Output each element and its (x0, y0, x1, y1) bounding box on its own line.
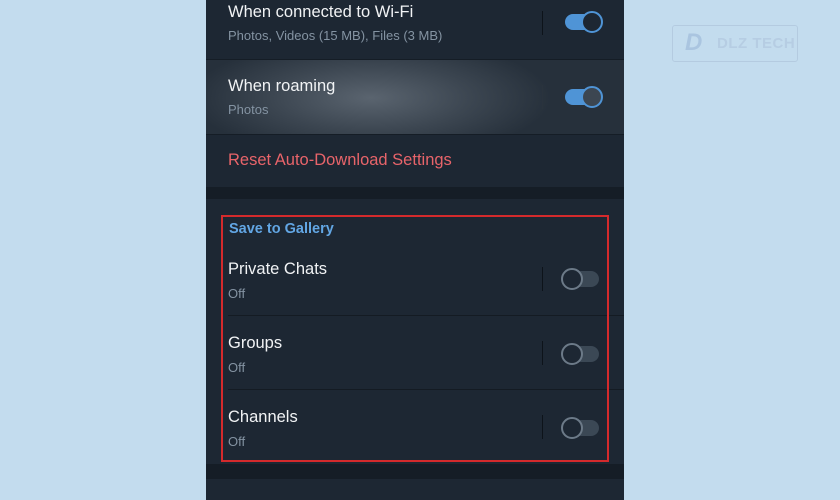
toggle-knob-icon (561, 268, 583, 290)
row-divider (542, 415, 543, 439)
roaming-row-subtitle: Photos (228, 102, 269, 117)
reset-auto-download-button[interactable]: Reset Auto-Download Settings (228, 151, 452, 170)
watermark-mark: D (685, 29, 703, 56)
watermark-brand: DLZ TECH (717, 35, 796, 52)
toggle-knob-icon (581, 86, 603, 108)
toggle-knob-icon (561, 343, 583, 365)
toggle-knob-icon (581, 11, 603, 33)
private-chats-status: Off (228, 286, 246, 301)
wifi-toggle[interactable] (565, 11, 603, 33)
row-divider (542, 85, 543, 109)
roaming-row-title: When roaming (228, 77, 336, 95)
settings-screen: When connected to Wi-Fi Photos, Videos (… (206, 0, 624, 500)
channels-status: Off (228, 434, 246, 449)
wifi-row-subtitle: Photos, Videos (15 MB), Files (3 MB) (228, 28, 443, 43)
wifi-row-title: When connected to Wi-Fi (228, 3, 414, 21)
private-chats-toggle[interactable] (561, 268, 599, 290)
watermark-logo: D DLZ TECH (672, 25, 798, 62)
save-to-gallery-header: Save to Gallery (229, 221, 334, 237)
row-divider (542, 267, 543, 291)
private-chats-title: Private Chats (228, 260, 328, 278)
channels-title: Channels (228, 408, 298, 426)
groups-status: Off (228, 360, 246, 375)
wifi-auto-download-row[interactable]: When connected to Wi-Fi Photos, Videos (… (206, 0, 624, 59)
channels-row[interactable]: Channels Off (206, 390, 624, 464)
channels-toggle[interactable] (561, 417, 599, 439)
row-divider (542, 341, 543, 365)
private-chats-row[interactable]: Private Chats Off (206, 241, 624, 316)
groups-title: Groups (228, 334, 283, 352)
next-section (206, 479, 624, 500)
roaming-toggle[interactable] (565, 86, 603, 108)
toggle-knob-icon (561, 417, 583, 439)
groups-toggle[interactable] (561, 343, 599, 365)
row-divider (542, 11, 543, 35)
groups-row[interactable]: Groups Off (206, 316, 624, 390)
roaming-auto-download-row[interactable]: When roaming Photos (206, 60, 624, 134)
